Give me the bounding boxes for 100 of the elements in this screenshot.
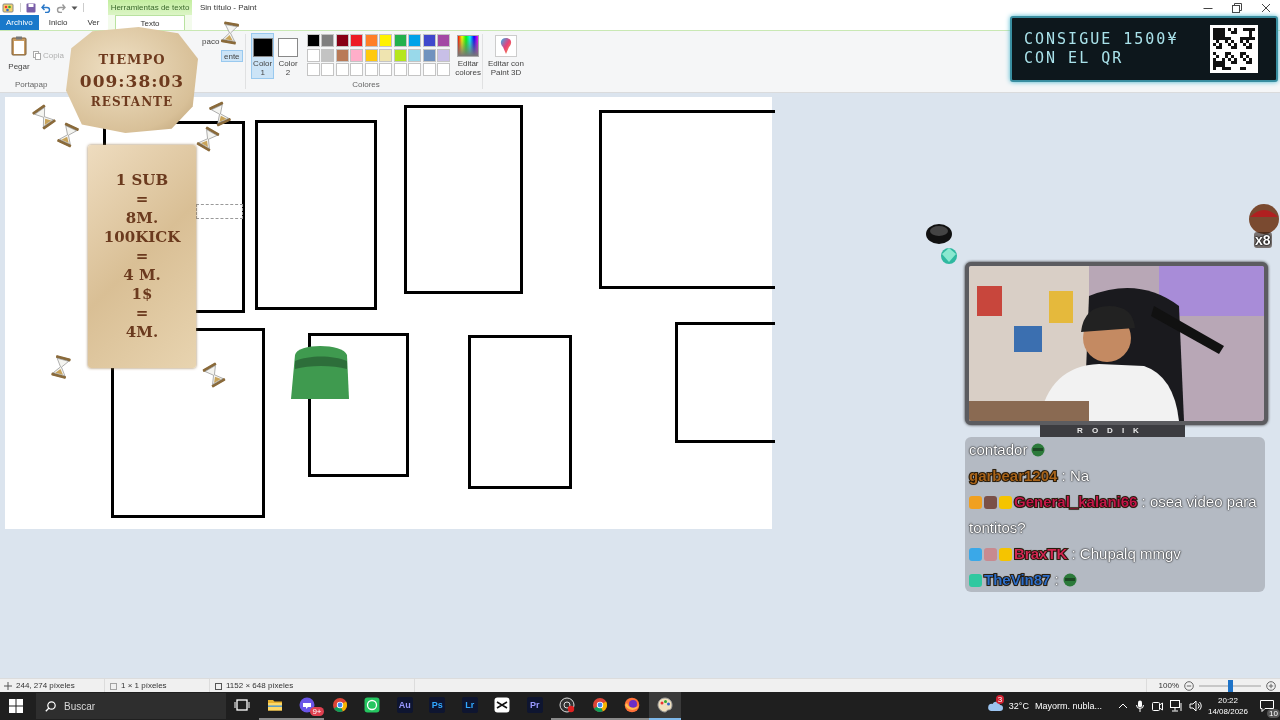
chat-message: TheVin87 : <box>984 571 1059 588</box>
hourglass-icon <box>195 125 221 153</box>
rule-text: = <box>135 190 149 209</box>
color-spectrum-icon <box>457 35 480 57</box>
palette-swatch[interactable] <box>422 34 436 47</box>
promo-text: CON EL QR <box>1024 49 1125 68</box>
chat-message: General_kalani66 : osea video para tontitos? <box>969 493 1257 536</box>
color-slot-button[interactable]: Color 1 <box>251 33 275 79</box>
menu-tab[interactable]: Inicio <box>38 15 78 30</box>
palette-swatch[interactable] <box>350 34 364 47</box>
edit-colors-button[interactable]: Editar colores <box>454 31 482 80</box>
zoom-out-icon[interactable] <box>1184 680 1194 691</box>
messaging-app-icon <box>364 697 381 713</box>
streamer-name-label: RODIK <box>1040 425 1185 437</box>
palette-swatch[interactable] <box>321 48 335 62</box>
volume-icon[interactable] <box>1189 700 1202 712</box>
cloud-icon <box>986 700 1003 712</box>
window-title: Sin título - Paint <box>200 3 257 12</box>
context-tab[interactable]: Texto <box>115 15 185 30</box>
task-view-icon <box>234 697 251 713</box>
search-icon <box>45 701 56 712</box>
rule-text: 100KICK <box>103 228 181 247</box>
file-menu-button[interactable]: Archivo <box>0 15 39 30</box>
paint-drop-icon <box>495 35 517 57</box>
status-text: 1152 × 648 píxeles <box>226 681 294 690</box>
rule-text: 8M. <box>125 209 159 228</box>
cursor-position-icon <box>4 681 12 690</box>
start-icon[interactable] <box>9 699 23 713</box>
browser-icon <box>591 697 608 713</box>
browser-icon <box>331 697 348 713</box>
save-icon[interactable] <box>26 2 36 13</box>
palette-swatch[interactable] <box>306 48 320 62</box>
palette-swatch[interactable] <box>408 48 422 62</box>
app-logo: Au <box>396 697 413 713</box>
taskbar-app-button[interactable]: Au <box>388 692 421 720</box>
color-slot-button[interactable]: Color 2 <box>276 33 300 79</box>
palette-swatch[interactable] <box>393 34 407 47</box>
notification-badge: 9+ <box>310 707 324 716</box>
canvas-size-icon <box>214 681 222 690</box>
camera-icon[interactable] <box>1152 700 1163 712</box>
hourglass-icon <box>201 361 227 389</box>
taskbar-app-button[interactable]: Ps <box>421 692 454 720</box>
palette-swatch[interactable] <box>437 48 451 62</box>
background-option[interactable]: ente <box>221 50 243 62</box>
menu-tab[interactable]: Ver <box>77 15 110 30</box>
palette-swatch[interactable] <box>306 34 320 47</box>
palette-swatch[interactable] <box>321 34 335 47</box>
app-logo: Pr <box>526 697 543 713</box>
palette-swatch[interactable] <box>379 34 393 47</box>
hourglass-icon <box>208 100 232 128</box>
status-text: 244, 274 píxeles <box>16 681 75 690</box>
promo-text: CONSIGUE 1500¥ <box>1024 30 1179 49</box>
chevron-up-icon[interactable] <box>1118 702 1128 710</box>
group-label: Portapap <box>15 80 48 91</box>
paint-app-icon <box>2 1 15 14</box>
palette-swatch[interactable] <box>408 34 422 47</box>
palette-swatch[interactable] <box>379 48 393 62</box>
zoom-in-icon[interactable] <box>1266 680 1276 691</box>
background-option[interactable]: paco <box>199 35 223 47</box>
weather-text: Mayorm. nubla... <box>1034 701 1102 711</box>
palette-swatch[interactable] <box>364 48 378 62</box>
palette-swatch[interactable] <box>350 48 364 62</box>
palette-swatch[interactable] <box>335 48 349 62</box>
edit-paint-3d-button[interactable]: Editar con Paint 3D <box>483 31 529 92</box>
taskbar-app-button[interactable]: Pr <box>518 692 551 720</box>
drawing-canvas[interactable] <box>5 97 772 529</box>
temperature-text: 32°C <box>1008 701 1029 711</box>
rule-text: = <box>135 247 149 266</box>
folder-icon <box>266 697 283 713</box>
palette-swatch[interactable] <box>364 34 378 47</box>
dropdown-icon[interactable] <box>71 4 78 11</box>
palette-icon <box>656 697 673 713</box>
rule-text: 4M. <box>125 323 159 342</box>
search-field[interactable]: Buscar <box>36 693 226 719</box>
network-icon[interactable] <box>1170 700 1183 712</box>
group-label: Colores <box>351 80 381 91</box>
restore-icon[interactable] <box>1231 2 1242 13</box>
taskbar-app-button[interactable]: Lr <box>453 692 486 720</box>
palette-swatch[interactable] <box>335 34 349 47</box>
clock-time: 20:22 <box>1218 695 1238 706</box>
close-icon[interactable] <box>1260 2 1271 13</box>
hourglass-icon <box>31 103 57 131</box>
paste-button[interactable]: Pegar <box>6 35 32 80</box>
palette-swatch[interactable] <box>437 34 451 47</box>
rule-text: 1$ <box>131 285 153 304</box>
taskbar-app-button[interactable] <box>648 692 681 720</box>
selection-size-icon <box>109 681 117 690</box>
palette-swatch[interactable] <box>422 48 436 62</box>
notification-icon[interactable] <box>1260 700 1274 712</box>
notification-badge: 3 <box>995 695 1005 704</box>
redo-icon[interactable] <box>56 2 66 13</box>
microphone-icon[interactable] <box>1136 700 1144 712</box>
slider-thumb[interactable] <box>1228 679 1233 692</box>
undo-icon[interactable] <box>41 2 51 13</box>
chat-message: BraxTK : Chupalq mmgv <box>1014 545 1181 562</box>
timer-title: TIEMPO <box>98 51 166 67</box>
timer-value: 009:38:03 <box>79 70 185 91</box>
palette-swatch[interactable] <box>393 48 407 62</box>
taskbar-app-button[interactable]: 9+ <box>291 692 324 720</box>
clock-date: 14/08/2026 <box>1207 706 1248 717</box>
